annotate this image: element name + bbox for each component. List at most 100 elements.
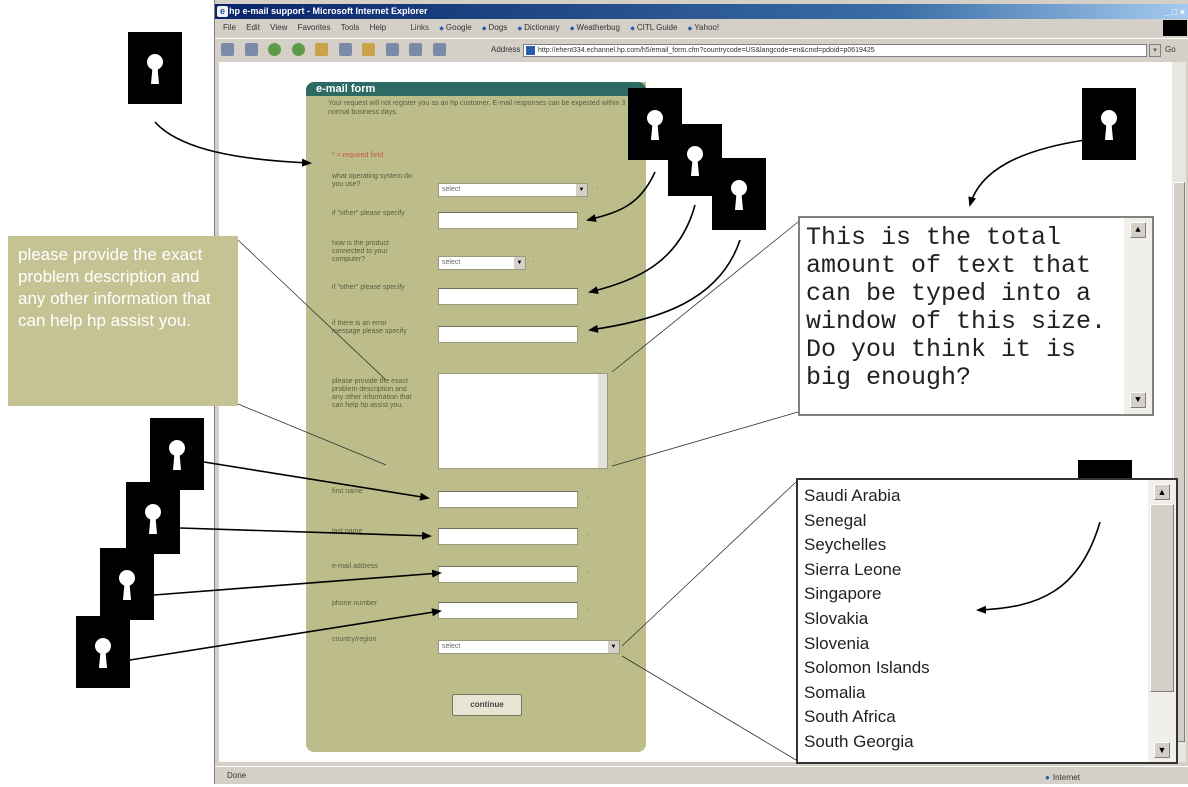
os-label: what operating system do you use? — [332, 173, 412, 188]
os-other-input[interactable] — [438, 212, 578, 229]
form-intro: Your request will not register you as an… — [328, 100, 626, 116]
refresh-icon[interactable] — [291, 43, 305, 56]
back-icon[interactable] — [221, 43, 234, 56]
enlarged-country-list: Saudi Arabia Senegal Seychelles Sierra L… — [796, 478, 1178, 764]
scroll-down-icon: ▼ — [1130, 392, 1146, 408]
link-citl-guide[interactable]: CITL Guide — [630, 20, 678, 37]
print-icon[interactable] — [432, 43, 446, 56]
required-star: * — [614, 460, 617, 467]
keyhole-icon — [76, 616, 130, 688]
forward-icon[interactable] — [244, 43, 258, 56]
country-list-scrollbar: ▲ ▼ — [1148, 480, 1176, 762]
connection-select[interactable]: select ▼ — [438, 256, 526, 270]
scroll-up-icon: ▲ — [1154, 484, 1170, 500]
home-icon[interactable] — [315, 43, 329, 56]
error-message-input[interactable] — [438, 326, 578, 343]
last-name-label: last name — [332, 528, 363, 535]
description-label: please provide the exact problem descrip… — [332, 378, 412, 409]
chevron-down-icon[interactable]: ▼ — [514, 257, 525, 269]
menu-file[interactable]: File — [223, 20, 236, 35]
status-text: Done — [227, 771, 247, 780]
address-dropdown-button[interactable]: ▾ — [1149, 44, 1161, 57]
scroll-up-icon: ▲ — [1130, 222, 1146, 238]
description-callout: please provide the exact problem descrip… — [8, 236, 238, 406]
email-form: e-mail form Your request will not regist… — [306, 82, 646, 752]
menu-view[interactable]: View — [270, 20, 287, 35]
keyhole-icon — [100, 548, 154, 620]
required-star: * — [586, 607, 589, 614]
email-label: e-mail address — [332, 563, 378, 570]
required-star: * — [586, 496, 589, 503]
address-input[interactable]: http://ehent334.echannel.hp.com/h5/email… — [523, 44, 1147, 57]
textarea-sample-text: This is the total amount of text that ca… — [806, 223, 1107, 392]
country-option: Senegal — [804, 510, 867, 530]
keyhole-icon — [128, 32, 182, 104]
required-star: * — [586, 533, 589, 540]
link-dictionary[interactable]: Dictionary — [517, 20, 560, 37]
email-input[interactable] — [438, 566, 578, 583]
country-option: Sierra Leone — [804, 559, 902, 579]
search-icon[interactable] — [338, 43, 352, 56]
country-label: country/region — [332, 636, 377, 643]
window-controls[interactable]: _ □ × — [1164, 5, 1185, 20]
first-name-input[interactable] — [438, 491, 578, 508]
connection-label: how is the product connected to your com… — [332, 240, 389, 263]
required-star: * — [586, 571, 589, 578]
menu-edit[interactable]: Edit — [246, 20, 260, 35]
title-bar: e hp e-mail support - Microsoft Internet… — [215, 4, 1188, 19]
keyhole-icon — [150, 418, 204, 490]
enlarged-textarea: This is the total amount of text that ca… — [798, 216, 1154, 416]
description-scrollbar[interactable] — [598, 374, 607, 468]
link-yahoo[interactable]: Yahoo! — [688, 20, 719, 37]
required-star: * — [596, 186, 599, 193]
keyhole-icon — [712, 158, 766, 230]
connection-other-input[interactable] — [438, 288, 578, 305]
ie-logo-icon — [1163, 20, 1187, 36]
page-icon — [526, 46, 535, 55]
menu-bar: File Edit View Favorites Tools Help Link… — [215, 20, 1188, 37]
history-icon[interactable] — [385, 43, 399, 56]
os-select-value: select — [442, 186, 461, 193]
country-option: South Georgia — [804, 731, 914, 751]
country-option: Somalia — [804, 682, 866, 702]
chevron-down-icon[interactable]: ▼ — [608, 641, 619, 653]
country-select[interactable]: select ▼ — [438, 640, 620, 654]
menu-favorites[interactable]: Favorites — [298, 20, 331, 35]
link-google[interactable]: Google — [439, 20, 472, 37]
last-name-input[interactable] — [438, 528, 578, 545]
chevron-down-icon[interactable]: ▼ — [576, 184, 587, 196]
menu-help[interactable]: Help — [370, 20, 386, 35]
links-label: Links — [410, 23, 430, 32]
required-star: * — [628, 644, 631, 651]
country-option: Saudi Arabia — [804, 486, 901, 505]
toolbar: Address http://ehent334.echannel.hp.com/… — [215, 38, 1188, 60]
window-title: hp e-mail support - Microsoft Internet E… — [229, 6, 428, 16]
stop-icon[interactable] — [268, 43, 282, 56]
ie-icon: e — [217, 6, 228, 17]
keyhole-icon — [126, 482, 180, 554]
menu-tools[interactable]: Tools — [341, 20, 360, 35]
go-button[interactable]: Go — [1165, 39, 1176, 61]
country-select-value: select — [442, 643, 461, 650]
mail-icon[interactable] — [409, 43, 423, 56]
country-option: Singapore — [804, 584, 882, 604]
favorites-icon[interactable] — [362, 43, 376, 56]
os-select[interactable]: select ▼ — [438, 183, 588, 197]
required-star: * — [532, 260, 535, 267]
required-note: * = required field — [332, 152, 384, 159]
connection-select-value: select — [442, 259, 461, 266]
os-other-label: if "other" please specify — [332, 210, 405, 217]
continue-button[interactable]: continue — [452, 694, 522, 716]
keyhole-icon — [1082, 88, 1136, 160]
form-title: e-mail form — [306, 82, 646, 96]
link-weatherbug[interactable]: Weatherbug — [570, 20, 620, 37]
address-url: http://ehent334.echannel.hp.com/h5/email… — [538, 47, 875, 54]
country-list-scroll-thumb — [1150, 504, 1174, 692]
status-zone: Internet — [1045, 769, 1080, 787]
country-option: Slovakia — [804, 608, 869, 628]
link-dogs[interactable]: Dogs — [482, 20, 508, 37]
description-textarea[interactable] — [438, 373, 608, 469]
status-bar: Done Internet — [215, 766, 1188, 784]
country-option: Solomon Islands — [804, 658, 930, 678]
phone-input[interactable] — [438, 602, 578, 619]
